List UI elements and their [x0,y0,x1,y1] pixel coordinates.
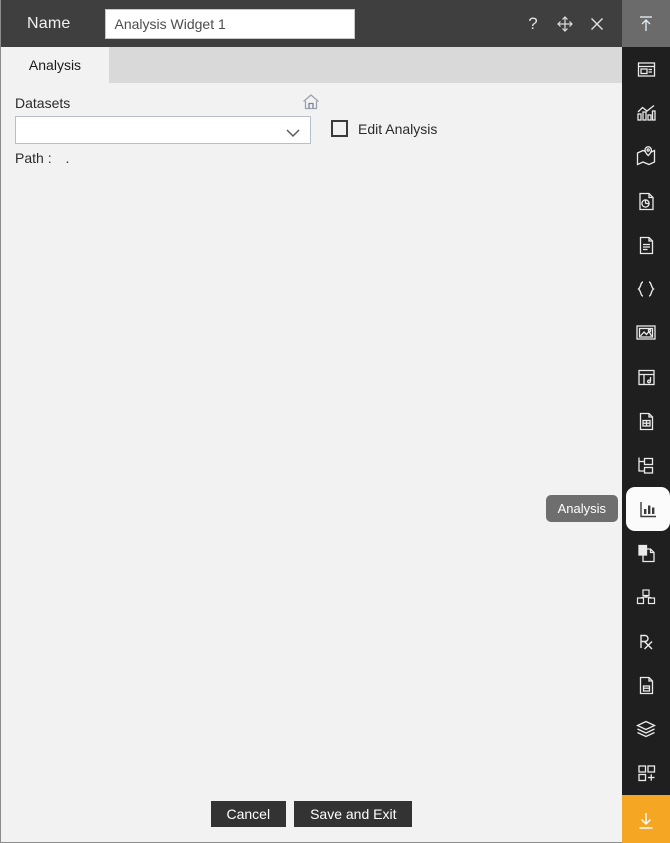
dialog-panel: Name ? [0,0,622,843]
dialog-footer: Cancel Save and Exit [1,786,622,842]
sidebar-item-download[interactable] [622,795,670,843]
sidebar-item-json[interactable] [622,267,670,311]
sidebar-item-blocks[interactable] [622,575,670,619]
sidebar-item-document[interactable] [622,223,670,267]
sidebar-item-frame[interactable] [622,355,670,399]
tab-strip: Analysis [1,47,622,83]
right-sidebar [622,0,670,843]
layers-stack-icon [635,719,657,739]
analysis-chart-icon [638,499,659,520]
sidebar-item-layout[interactable] [622,47,670,91]
svg-text:?: ? [528,15,537,33]
close-icon[interactable] [586,13,608,35]
map-pin-icon [635,146,657,168]
title-bar: Name ? [1,0,622,47]
save-document-icon [636,675,657,696]
sidebar-item-layers[interactable] [622,707,670,751]
copy-document-icon [636,543,657,564]
sidebar-item-save[interactable] [622,663,670,707]
move-icon[interactable] [554,13,576,35]
panel-layout-icon [636,59,657,80]
sidebar-item-map[interactable] [622,135,670,179]
edit-analysis-checkbox-row[interactable]: Edit Analysis [331,120,437,137]
pie-document-icon [636,191,657,212]
tab-analysis[interactable]: Analysis [1,47,109,83]
sidebar-item-report[interactable] [622,179,670,223]
tab-analysis-label: Analysis [28,57,82,73]
sidebar-item-chart[interactable] [622,91,670,135]
curly-braces-icon [635,279,657,299]
sidebar-item-image[interactable] [622,311,670,355]
sidebar-item-rx[interactable] [622,619,670,663]
sidebar-item-collapse-up[interactable] [622,0,670,47]
widget-editor-dialog: Name ? [0,0,670,843]
tooltip-analysis: Analysis [545,495,618,522]
help-icon[interactable]: ? [522,13,544,35]
sidebar-item-analysis[interactable] [626,487,670,531]
dialog-body: Datasets Edit Analysis Path: . [1,83,622,786]
datasets-select-wrap [15,94,319,144]
cubes-icon [635,587,657,608]
name-label: Name [27,14,71,32]
cancel-button[interactable]: Cancel [210,801,287,827]
sidebar-item-spreadsheet[interactable] [622,399,670,443]
add-widget-icon [636,763,657,784]
datasets-row: Edit Analysis [15,94,608,144]
text-document-icon [636,235,657,256]
sidebar-item-add-widget[interactable] [622,751,670,795]
tree-hierarchy-icon [635,455,657,475]
prescription-rx-icon [635,631,657,652]
bar-line-chart-icon [635,102,657,124]
widget-name-input[interactable] [105,8,356,39]
title-bar-actions: ? [522,13,622,35]
image-gallery-icon [635,323,657,343]
path-label: Path : [15,150,52,166]
path-row: Path : . [15,150,608,166]
spreadsheet-document-icon [636,411,657,432]
download-icon [634,809,658,833]
sidebar-item-copy[interactable] [622,531,670,575]
sidebar-item-tree[interactable] [622,443,670,487]
save-and-exit-button[interactable]: Save and Exit [294,801,413,827]
home-icon[interactable] [301,92,321,112]
edit-analysis-label: Edit Analysis [358,120,438,137]
collapse-up-icon [635,13,657,35]
path-value: . [65,150,70,166]
frame-note-icon [636,367,657,388]
datasets-select[interactable] [15,116,311,144]
edit-analysis-checkbox[interactable] [331,120,348,137]
